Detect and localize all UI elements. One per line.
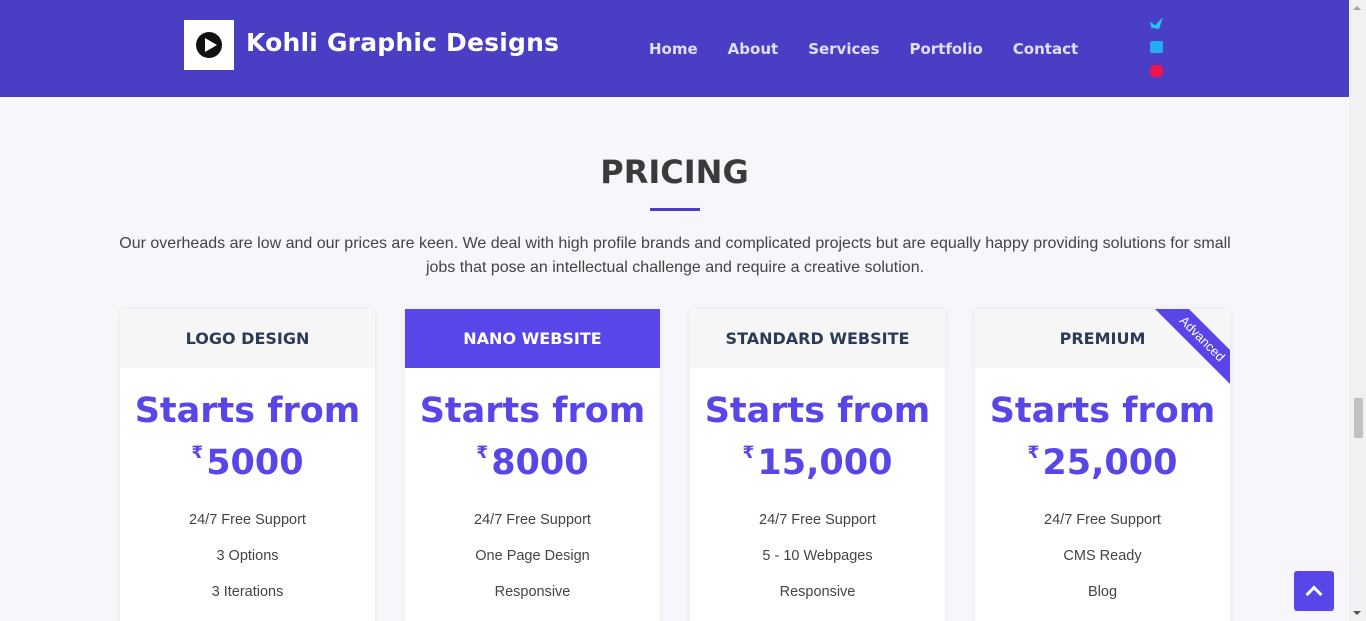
price-label: Starts from	[704, 391, 931, 431]
feature-item: 24/7 Free Support	[474, 512, 591, 528]
site-header: Kohli Graphic Designs Home About Service…	[0, 0, 1349, 97]
scrollbar[interactable]	[1349, 0, 1366, 621]
price: ₹25,000	[975, 432, 1230, 484]
feature-item: Responsive	[779, 584, 856, 600]
facebook-icon[interactable]	[1150, 41, 1163, 53]
price-label: Starts from	[989, 391, 1216, 431]
feature-item: Responsive	[494, 584, 571, 600]
price-label: Starts from	[419, 391, 646, 431]
plan-name: LOGO DESIGN	[120, 309, 375, 368]
feature-item: 5 - 10 Webpages	[762, 548, 873, 564]
feature-list: 24/7 Free Support 5 - 10 Webpages Respon…	[690, 502, 945, 621]
pricing-card-premium: PREMIUM Advanced Starts from ₹25,000 24/…	[975, 309, 1230, 621]
social-links	[1150, 17, 1164, 89]
nav-services[interactable]: Services	[808, 40, 879, 58]
ribbon-label: Advanced	[1151, 309, 1230, 389]
feature-item: E- Commerce	[975, 610, 1230, 621]
price-value: 25,000	[1042, 443, 1178, 483]
feature-item: CMS Ready	[1063, 548, 1142, 564]
feature-list: 24/7 Free Support 3 Options 3 Iterations	[120, 502, 375, 610]
feature-item: Blog	[1087, 584, 1118, 600]
feature-item: One Page Design	[475, 548, 590, 564]
price-label: Starts from	[134, 391, 361, 431]
feature-item: Free Feedback / Suggestion	[690, 610, 945, 621]
pricing-intro: Our overheads are low and our prices are…	[119, 235, 1231, 276]
nav-contact[interactable]: Contact	[1013, 40, 1078, 58]
logo-icon	[196, 32, 222, 58]
section-title: PRICING	[600, 153, 749, 191]
price: ₹5000	[120, 432, 375, 484]
back-to-top-button[interactable]	[1294, 571, 1334, 611]
plan-name: NANO WEBSITE	[405, 309, 660, 368]
nav-portfolio[interactable]: Portfolio	[909, 40, 982, 58]
title-underline	[650, 208, 700, 211]
scroll-up-icon[interactable]	[1353, 6, 1361, 10]
youtube-icon[interactable]	[1150, 65, 1163, 77]
ribbon: Advanced	[1150, 309, 1230, 389]
brand-name[interactable]: Kohli Graphic Designs	[246, 28, 559, 57]
nav-home[interactable]: Home	[649, 40, 698, 58]
currency-icon: ₹	[742, 443, 755, 463]
plan-name: STANDARD WEBSITE	[690, 309, 945, 368]
nav-about[interactable]: About	[728, 40, 779, 58]
pricing-card-standard-website: STANDARD WEBSITE Starts from ₹15,000 24/…	[690, 309, 945, 621]
twitter-icon[interactable]	[1150, 17, 1163, 29]
feature-item: 24/7 Free Support	[1044, 512, 1161, 528]
logo[interactable]	[184, 20, 234, 70]
chevron-up-icon	[1305, 585, 1323, 603]
feature-list: 24/7 Free Support CMS Ready Blog E- Comm…	[975, 502, 1230, 621]
feature-item: 3 Iterations	[211, 584, 284, 600]
price-value: 15,000	[757, 443, 893, 483]
main-nav: Home About Services Portfolio Contact	[649, 40, 1078, 58]
feature-item: Free Feedback / Suggestion	[405, 610, 660, 621]
currency-icon: ₹	[191, 443, 204, 463]
currency-icon: ₹	[1027, 443, 1040, 463]
feature-item: 3 Options	[216, 548, 279, 564]
feature-item: 24/7 Free Support	[189, 512, 306, 528]
feature-item: 24/7 Free Support	[759, 512, 876, 528]
price: ₹15,000	[690, 432, 945, 484]
feature-list: 24/7 Free Support One Page Design Respon…	[405, 502, 660, 621]
pricing-card-nano-website: NANO WEBSITE Starts from ₹8000 24/7 Free…	[405, 309, 660, 621]
currency-icon: ₹	[476, 443, 489, 463]
scroll-thumb[interactable]	[1354, 398, 1363, 438]
price-value: 5000	[206, 443, 304, 483]
scroll-down-icon[interactable]	[1353, 611, 1361, 615]
pricing-card-logo-design: LOGO DESIGN Starts from ₹5000 24/7 Free …	[120, 309, 375, 621]
price-value: 8000	[491, 443, 589, 483]
price: ₹8000	[405, 432, 660, 484]
